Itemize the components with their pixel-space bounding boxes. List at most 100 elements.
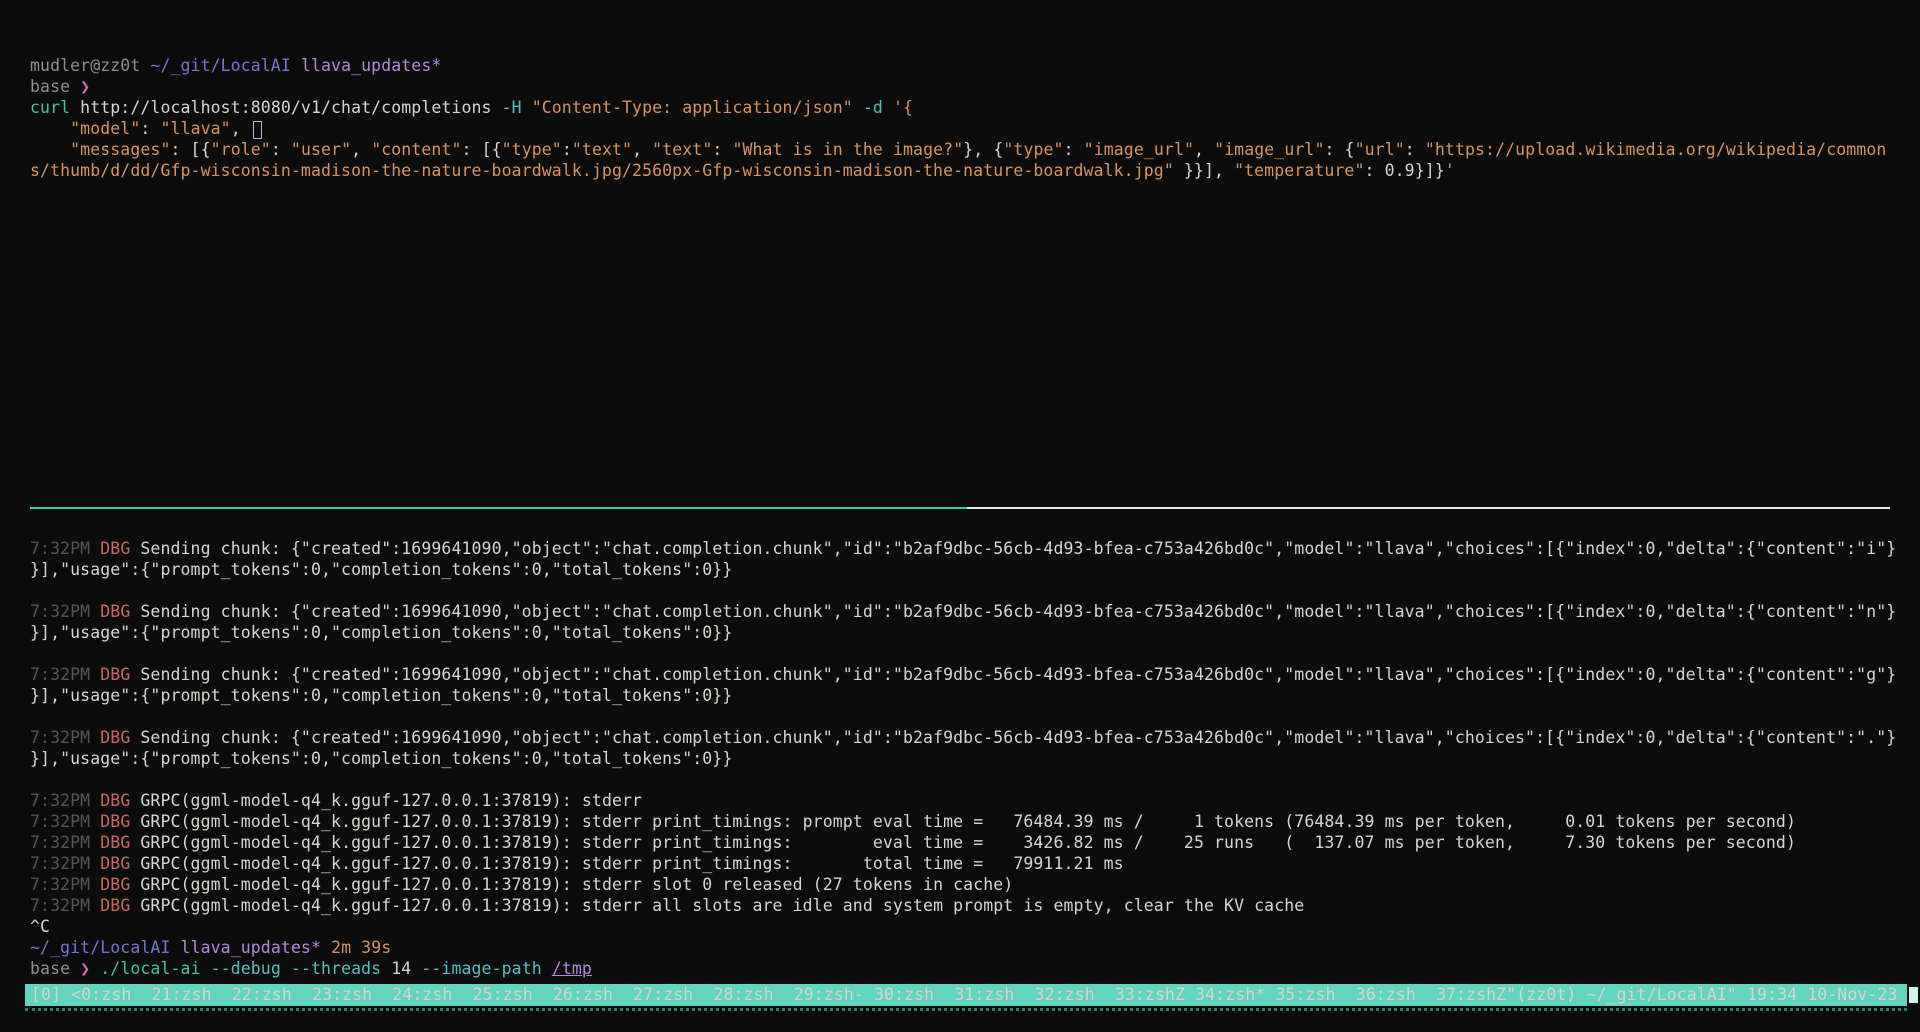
tmux-window[interactable]: 22:zsh bbox=[232, 985, 312, 1004]
shell-prompt-line: base ❯ bbox=[30, 77, 1896, 98]
log-message: Sending chunk: {"created":1699641090,"ob… bbox=[140, 602, 1896, 621]
log-message: GRPC(ggml-model-q4_k.gguf-127.0.0.1:3781… bbox=[140, 812, 1796, 831]
prompt-status-line: ~/_git/LocalAI llava_updates* 2m 39s bbox=[30, 938, 1896, 959]
tmux-window[interactable]: 32:zsh bbox=[1035, 985, 1115, 1004]
tmux-status-right-title: "(zz0t) ~/_git/LocalAI" bbox=[1506, 985, 1747, 1004]
text-segment: "llava" bbox=[160, 119, 230, 138]
text-segment: : [{ bbox=[462, 140, 502, 159]
tmux-window[interactable]: 28:zsh bbox=[713, 985, 793, 1004]
tmux-window[interactable]: 26:zsh bbox=[553, 985, 633, 1004]
grpc-log-line: 7:32PM DBG GRPC(ggml-model-q4_k.gguf-127… bbox=[30, 896, 1896, 917]
log-level: DBG bbox=[100, 896, 140, 915]
grpc-log-line: 7:32PM DBG GRPC(ggml-model-q4_k.gguf-127… bbox=[30, 833, 1896, 854]
log-timestamp: 7:32PM bbox=[30, 854, 100, 873]
log-timestamp: 7:32PM bbox=[30, 728, 100, 747]
log-message: Sending chunk: {"created":1699641090,"ob… bbox=[140, 665, 1896, 684]
log-timestamp: 7:32PM bbox=[30, 665, 100, 684]
flag-value: 14 bbox=[391, 959, 421, 978]
path-argument: /tmp bbox=[552, 959, 592, 978]
log-message: Sending chunk: {"created":1699641090,"ob… bbox=[140, 539, 1896, 558]
log-timestamp: 7:32PM bbox=[30, 833, 100, 852]
text-segment: "text" bbox=[572, 140, 632, 159]
terminal-line bbox=[30, 287, 1896, 308]
log-timestamp: 7:32PM bbox=[30, 896, 100, 915]
log-level: DBG bbox=[100, 539, 140, 558]
text-segment: "temperature" bbox=[1234, 161, 1364, 180]
text-segment: , bbox=[1194, 140, 1214, 159]
text-segment: }, { bbox=[963, 140, 1003, 159]
terminal-line bbox=[30, 518, 1896, 539]
flag: --debug bbox=[211, 959, 291, 978]
git-branch: llava_updates* bbox=[181, 938, 321, 957]
status-bar-underline bbox=[25, 1008, 1907, 1011]
tmux-clock: 19:34 10-Nov-23 bbox=[1747, 985, 1898, 1004]
tmux-status-bar: [0] <0:zsh 21:zsh 22:zsh 23:zsh 24:zsh 2… bbox=[25, 984, 1907, 1006]
terminal-line bbox=[30, 308, 1896, 329]
log-timestamp: 7:32PM bbox=[30, 602, 100, 621]
terminal-line bbox=[30, 224, 1896, 245]
grpc-log-line: 7:32PM DBG GRPC(ggml-model-q4_k.gguf-127… bbox=[30, 875, 1896, 896]
command-name: curl bbox=[30, 98, 80, 117]
request-url: http://localhost:8080/v1/chat/completion… bbox=[80, 98, 501, 117]
cwd-path: ~/_git/LocalAI bbox=[30, 938, 170, 957]
log-timestamp: 7:32PM bbox=[30, 539, 100, 558]
text-segment: : bbox=[712, 140, 732, 159]
cwd-path: ~/_git/LocalAI bbox=[150, 56, 290, 75]
text-segment bbox=[30, 119, 70, 138]
tmux-window[interactable]: 31:zsh bbox=[954, 985, 1034, 1004]
log-level: DBG bbox=[100, 854, 140, 873]
terminal-line bbox=[30, 329, 1896, 350]
tmux-window-current[interactable]: 34:zsh* bbox=[1195, 985, 1275, 1004]
log-level: DBG bbox=[100, 665, 140, 684]
conda-env: base bbox=[30, 77, 80, 96]
log-message: }],"usage":{"prompt_tokens":0,"completio… bbox=[30, 560, 732, 579]
log-message: GRPC(ggml-model-q4_k.gguf-127.0.0.1:3781… bbox=[140, 875, 1013, 894]
debug-log-line: 7:32PM DBG Sending chunk: {"created":169… bbox=[30, 602, 1896, 623]
tmux-window-last[interactable]: 29:zsh- bbox=[794, 985, 874, 1004]
terminal-window[interactable]: mudler@zz0t ~/_git/LocalAI llava_updates… bbox=[0, 0, 1920, 1032]
flag: --threads bbox=[291, 959, 391, 978]
debug-log-line: 7:32PM DBG Sending chunk: {"created":169… bbox=[30, 665, 1896, 686]
log-message: GRPC(ggml-model-q4_k.gguf-127.0.0.1:3781… bbox=[140, 791, 642, 810]
terminal-line bbox=[30, 581, 1896, 602]
terminal-line bbox=[30, 203, 1896, 224]
text-segment: }}], bbox=[1174, 161, 1234, 180]
pane-separator bbox=[30, 497, 1896, 518]
tmux-window-zoomed[interactable]: 33:zshZ bbox=[1115, 985, 1195, 1004]
log-level: DBG bbox=[100, 602, 140, 621]
text-segment: : bbox=[562, 140, 572, 159]
tmux-window[interactable]: 23:zsh bbox=[312, 985, 392, 1004]
tmux-window-zoomed[interactable]: 37:zshZ bbox=[1436, 985, 1506, 1004]
text-segment: "text" bbox=[652, 140, 712, 159]
log-timestamp: 7:32PM bbox=[30, 875, 100, 894]
text-segment bbox=[321, 938, 331, 957]
conda-env: base bbox=[30, 959, 80, 978]
tmux-window[interactable]: 0:zsh bbox=[81, 985, 151, 1004]
terminal-line bbox=[30, 371, 1896, 392]
terminal-line bbox=[30, 455, 1896, 476]
log-message: }],"usage":{"prompt_tokens":0,"completio… bbox=[30, 749, 732, 768]
text-segment bbox=[291, 56, 301, 75]
tmux-window[interactable]: 35:zsh bbox=[1275, 985, 1355, 1004]
flag: -H bbox=[502, 98, 532, 117]
terminal-line bbox=[30, 413, 1896, 434]
tmux-session-indicator: [0] bbox=[31, 985, 71, 1004]
text-segment: ' bbox=[1445, 161, 1455, 180]
log-message: GRPC(ggml-model-q4_k.gguf-127.0.0.1:3781… bbox=[140, 833, 1796, 852]
tmux-window[interactable]: 27:zsh bbox=[633, 985, 713, 1004]
debug-log-line: 7:32PM DBG Sending chunk: {"created":169… bbox=[30, 539, 1896, 560]
grpc-log-line: 7:32PM DBG GRPC(ggml-model-q4_k.gguf-127… bbox=[30, 854, 1896, 875]
log-message: Sending chunk: {"created":1699641090,"ob… bbox=[140, 728, 1896, 747]
text-segment: "model" bbox=[70, 119, 140, 138]
tmux-window[interactable]: 24:zsh bbox=[392, 985, 472, 1004]
shell-prompt-line: mudler@zz0t ~/_git/LocalAI llava_updates… bbox=[30, 56, 1896, 77]
text-segment: , bbox=[351, 140, 371, 159]
text-segment: : bbox=[1064, 140, 1084, 159]
tmux-window[interactable]: 21:zsh bbox=[151, 985, 231, 1004]
tmux-window[interactable]: 36:zsh bbox=[1356, 985, 1436, 1004]
tmux-window[interactable]: 30:zsh bbox=[874, 985, 954, 1004]
interrupt-line: ^C bbox=[30, 917, 1896, 938]
prompt-symbol: ❯ bbox=[80, 77, 90, 96]
tmux-window[interactable]: 25:zsh bbox=[473, 985, 553, 1004]
text-segment: , bbox=[231, 119, 251, 138]
